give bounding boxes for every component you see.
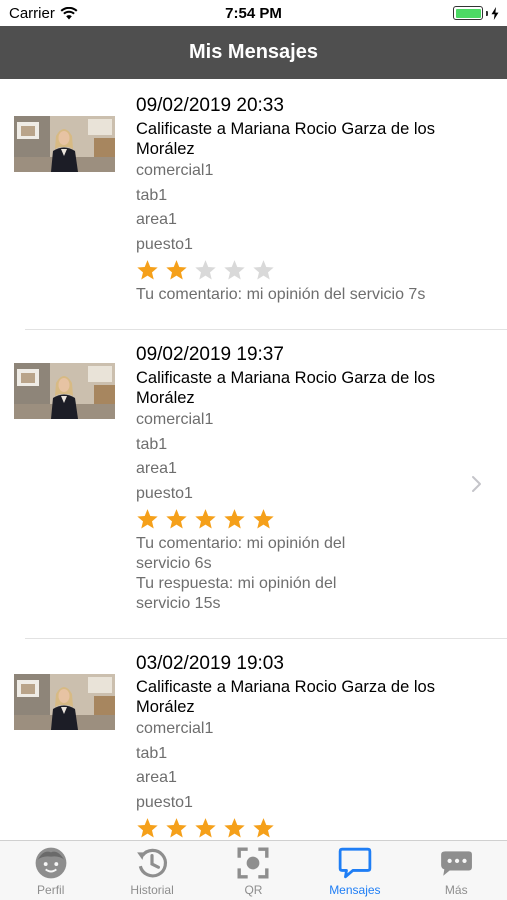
star-filled-icon xyxy=(137,508,158,529)
status-bar: Carrier 7:54 PM xyxy=(0,0,507,26)
star-filled-icon xyxy=(137,817,158,838)
message-meta: comercial1 xyxy=(136,411,214,428)
battery-icon xyxy=(453,6,483,20)
chat-bubble-icon xyxy=(338,847,372,879)
message-meta: tab1 xyxy=(136,744,168,762)
tab-bar: Perfil Historial QR Mensajes Más xyxy=(0,840,507,900)
navigation-bar: Mis Mensajes xyxy=(0,26,507,79)
message-meta: tab1 xyxy=(136,435,168,453)
star-rating xyxy=(136,816,466,840)
message-list[interactable]: 09/02/2019 20:33 Calificaste a Mariana Ro… xyxy=(0,79,507,840)
message-date: 03/02/2019 19:03 xyxy=(136,653,284,674)
tab-historial[interactable]: Historial xyxy=(101,841,202,900)
profile-photo xyxy=(14,674,115,730)
more-icon xyxy=(441,851,473,876)
message-meta: tab1 xyxy=(136,186,168,204)
message-date: 09/02/2019 20:33 xyxy=(136,95,284,116)
row-separator xyxy=(25,638,507,639)
message-meta: comercial1 xyxy=(136,720,214,737)
row-separator xyxy=(25,329,507,330)
message-meta: area1 xyxy=(136,460,177,477)
star-empty-icon xyxy=(224,259,245,280)
status-right xyxy=(453,6,499,20)
star-empty-icon xyxy=(195,259,216,280)
message-meta: area1 xyxy=(136,769,177,786)
star-rating xyxy=(136,258,466,282)
message-body: 09/02/2019 19:37 Calificaste a Mariana Ro… xyxy=(136,343,466,614)
chevron-right-icon[interactable] xyxy=(470,474,484,494)
tab-mas[interactable]: Más xyxy=(406,841,507,900)
battery-cap xyxy=(486,10,488,16)
message-meta: area1 xyxy=(136,211,177,228)
message-meta: puesto1 xyxy=(136,793,193,811)
message-body: 09/02/2019 20:33 Calificaste a Mariana Ro… xyxy=(136,94,466,305)
star-filled-icon xyxy=(195,817,216,838)
tab-qr[interactable]: QR xyxy=(203,841,304,900)
face-icon xyxy=(35,847,67,879)
message-meta: comercial1 xyxy=(136,162,214,179)
message-date: 09/02/2019 19:37 xyxy=(136,344,284,365)
profile-photo xyxy=(14,363,115,419)
star-filled-icon xyxy=(253,817,274,838)
message-meta: puesto1 xyxy=(136,235,193,253)
tab-label: Mensajes xyxy=(329,883,381,897)
star-filled-icon xyxy=(253,508,274,529)
star-filled-icon xyxy=(166,817,187,838)
profile-photo xyxy=(14,116,115,172)
message-comment: Tu comentario: mi opinión del servicio 7… xyxy=(136,286,426,303)
charging-icon xyxy=(491,6,499,20)
tab-perfil[interactable]: Perfil xyxy=(0,841,101,900)
qr-scan-icon xyxy=(237,847,269,879)
message-comment: Tu comentario: mi opinión del servicio 6… xyxy=(136,535,346,572)
status-time: 7:54 PM xyxy=(225,5,282,22)
message-reply: Tu respuesta: mi opinión del servicio 15… xyxy=(136,575,337,612)
star-filled-icon xyxy=(166,259,187,280)
star-filled-icon xyxy=(195,508,216,529)
message-title: Calificaste a Mariana Rocio Garza de los… xyxy=(136,369,435,407)
tab-mensajes[interactable]: Mensajes xyxy=(304,841,405,900)
message-meta: puesto1 xyxy=(136,484,193,502)
star-filled-icon xyxy=(166,508,187,529)
page-title: Mis Mensajes xyxy=(189,41,318,63)
history-icon xyxy=(137,848,168,878)
tab-label: QR xyxy=(244,883,263,897)
star-filled-icon xyxy=(137,259,158,280)
message-body: 03/02/2019 19:03 Calificaste a Mariana Ro… xyxy=(136,652,466,840)
star-empty-icon xyxy=(253,259,274,280)
tab-label: Perfil xyxy=(37,883,65,897)
star-rating xyxy=(136,507,466,531)
star-filled-icon xyxy=(224,508,245,529)
star-filled-icon xyxy=(224,817,245,838)
tab-label: Historial xyxy=(130,883,174,897)
message-title: Calificaste a Mariana Rocio Garza de los… xyxy=(136,120,435,158)
tab-label: Más xyxy=(444,883,468,897)
message-title: Calificaste a Mariana Rocio Garza de los… xyxy=(136,678,435,716)
